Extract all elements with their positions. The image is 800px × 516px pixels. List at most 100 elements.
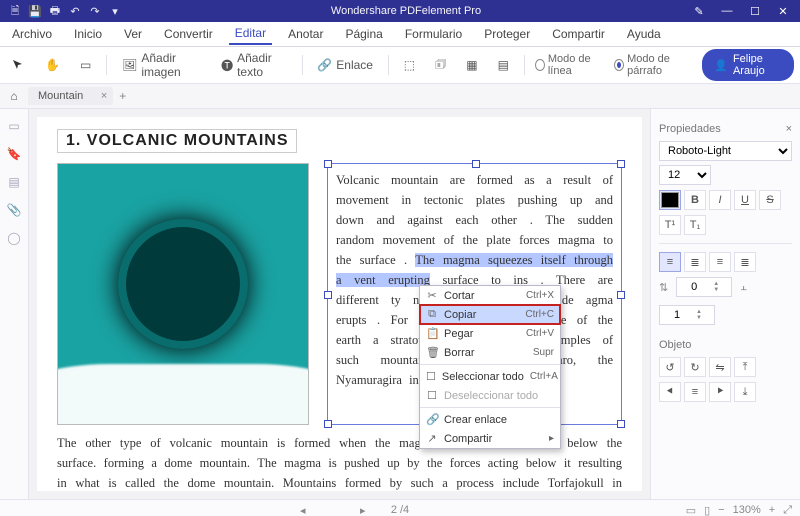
rotate-ccw-button[interactable]: ↺ <box>659 357 681 377</box>
ctx-select-all[interactable]: ☐Seleccionar todoCtrl+A <box>420 367 560 386</box>
attachments-icon[interactable]: 📎 <box>7 203 22 217</box>
link-icon: 🔗 <box>426 413 438 426</box>
paragraph-mode-radio[interactable]: Modo de párrafo <box>614 53 692 77</box>
bold-button[interactable]: B <box>684 190 706 210</box>
add-image-button[interactable]: 🖼 Añadir imagen <box>117 48 206 82</box>
resize-handle[interactable] <box>324 160 332 168</box>
crop-tool[interactable]: ⬚ <box>399 55 420 75</box>
align-center-button[interactable]: ≣ <box>684 252 706 272</box>
home-icon[interactable]: ⌂ <box>6 89 22 103</box>
menu-pagina[interactable]: Página <box>339 24 388 44</box>
fullscreen-icon[interactable]: ⤢ <box>783 504 792 516</box>
align-justify-button[interactable]: ≣ <box>734 252 756 272</box>
menu-ayuda[interactable]: Ayuda <box>621 24 667 44</box>
annotations-icon[interactable]: ▤ <box>8 175 19 189</box>
undo-icon[interactable]: ↶ <box>68 4 82 18</box>
obj-align-right-button[interactable]: ⯈ <box>709 382 731 402</box>
properties-title: Propiedades <box>659 123 721 135</box>
rotate-cw-button[interactable]: ↻ <box>684 357 706 377</box>
heading-box[interactable]: 1. VOLCANIC MOUNTAINS <box>57 129 297 153</box>
tab-mountain[interactable]: Mountain× <box>28 87 113 105</box>
bookmarks-icon[interactable]: 🔖 <box>7 147 22 161</box>
align-left-button[interactable]: ≡ <box>659 252 681 272</box>
ctx-copy[interactable]: ⧉CopiarCtrl+C <box>420 305 560 324</box>
minimize-button[interactable]: — <box>718 5 736 18</box>
subscript-button[interactable]: T₁ <box>684 215 706 235</box>
resize-handle[interactable] <box>324 420 332 428</box>
font-size-select[interactable]: 12 <box>659 165 711 185</box>
new-file-icon[interactable]: 🗎 <box>8 4 22 18</box>
menu-anotar[interactable]: Anotar <box>282 24 329 44</box>
prev-page-button[interactable]: ◂ <box>300 504 306 516</box>
document-canvas[interactable]: 1. VOLCANIC MOUNTAINS Volcanic mountain … <box>29 109 650 499</box>
zoom-in-button[interactable]: + <box>769 504 775 516</box>
obj-extract-button[interactable]: ⤓ <box>734 382 756 402</box>
menu-convertir[interactable]: Convertir <box>158 24 219 44</box>
cut-icon: ✂ <box>426 289 438 302</box>
align-right-button[interactable]: ≡ <box>709 252 731 272</box>
resize-handle[interactable] <box>617 291 625 299</box>
underline-button[interactable]: U <box>734 190 756 210</box>
select-all-icon: ☐ <box>426 370 436 383</box>
header-footer-tool[interactable]: ▤ <box>493 55 514 75</box>
strike-button[interactable]: S <box>759 190 781 210</box>
ctx-share[interactable]: ↗Compartir▸ <box>420 429 560 448</box>
font-family-select[interactable]: Roboto-Light <box>659 141 792 161</box>
indent-icon: ⫠ <box>740 281 747 294</box>
superscript-button[interactable]: T¹ <box>659 215 681 235</box>
redo-icon[interactable]: ↷ <box>88 4 102 18</box>
select-tool[interactable] <box>6 55 30 75</box>
maximize-button[interactable]: ☐ <box>746 5 764 18</box>
menu-proteger[interactable]: Proteger <box>478 24 536 44</box>
add-text-button[interactable]: 🅣 Añadir texto <box>216 48 291 82</box>
user-account-button[interactable]: 👤 Felipe Araujo <box>702 49 794 81</box>
resize-handle[interactable] <box>472 160 480 168</box>
link-button[interactable]: 🔗 Enlace <box>312 55 378 75</box>
feedback-icon[interactable]: ✎ <box>690 5 708 18</box>
ctx-deselect-all[interactable]: ☐Deseleccionar todo <box>420 386 560 405</box>
fit-width-icon[interactable]: ▭ <box>686 504 696 516</box>
menu-inicio[interactable]: Inicio <box>68 24 108 44</box>
thumbnails-icon[interactable]: ▭ <box>8 119 19 133</box>
indent-stepper[interactable]: ▲▼ <box>659 305 715 325</box>
resize-handle[interactable] <box>617 420 625 428</box>
text-color-button[interactable] <box>659 190 681 210</box>
watermark-tool[interactable]: 🗊 <box>430 52 451 79</box>
menu-formulario[interactable]: Formulario <box>399 24 468 44</box>
next-page-button[interactable]: ▸ <box>360 504 366 516</box>
zoom-out-button[interactable]: − <box>718 504 724 516</box>
italic-button[interactable]: I <box>709 190 731 210</box>
menu-editar[interactable]: Editar <box>229 23 272 45</box>
print-icon[interactable]: 🖶 <box>48 4 62 18</box>
panel-close-icon[interactable]: × <box>786 123 792 135</box>
flip-h-button[interactable]: ⇋ <box>709 357 731 377</box>
line-spacing-stepper[interactable]: ▲▼ <box>676 277 732 297</box>
background-tool[interactable]: ▦ <box>461 55 482 75</box>
close-button[interactable]: ✕ <box>774 5 792 18</box>
menu-ver[interactable]: Ver <box>118 24 148 44</box>
ctx-create-link[interactable]: 🔗Crear enlace <box>420 410 560 429</box>
line-mode-radio[interactable]: Modo de línea <box>535 53 604 77</box>
obj-align-left-button[interactable]: ⯇ <box>659 382 681 402</box>
resize-handle[interactable] <box>617 160 625 168</box>
obj-align-center-button[interactable]: ≡ <box>684 382 706 402</box>
menu-archivo[interactable]: Archivo <box>6 24 58 44</box>
new-tab-button[interactable]: + <box>119 89 126 103</box>
qa-chevron-icon[interactable]: ▾ <box>108 4 122 18</box>
ctx-paste[interactable]: 📋PegarCtrl+V <box>420 324 560 343</box>
menu-compartir[interactable]: Compartir <box>546 24 611 44</box>
edit-text-tool[interactable]: ▭ <box>75 55 96 75</box>
copy-icon: ⧉ <box>426 308 438 321</box>
fit-page-icon[interactable]: ▯ <box>704 504 710 516</box>
tab-close-icon[interactable]: × <box>101 90 107 102</box>
ctx-delete[interactable]: 🗑BorrarSupr <box>420 343 560 362</box>
volcano-image[interactable] <box>57 163 309 425</box>
line-spacing-icon: ⇅ <box>659 281 668 294</box>
flip-v-button[interactable]: ⤒ <box>734 357 756 377</box>
save-icon[interactable]: 💾 <box>28 4 42 18</box>
search-icon[interactable]: ◯ <box>7 231 20 245</box>
resize-handle[interactable] <box>324 291 332 299</box>
ctx-cut[interactable]: ✂CortarCtrl+X <box>420 286 560 305</box>
hand-tool[interactable]: ✋ <box>40 55 65 75</box>
page-number[interactable]: 2 <box>391 504 397 516</box>
